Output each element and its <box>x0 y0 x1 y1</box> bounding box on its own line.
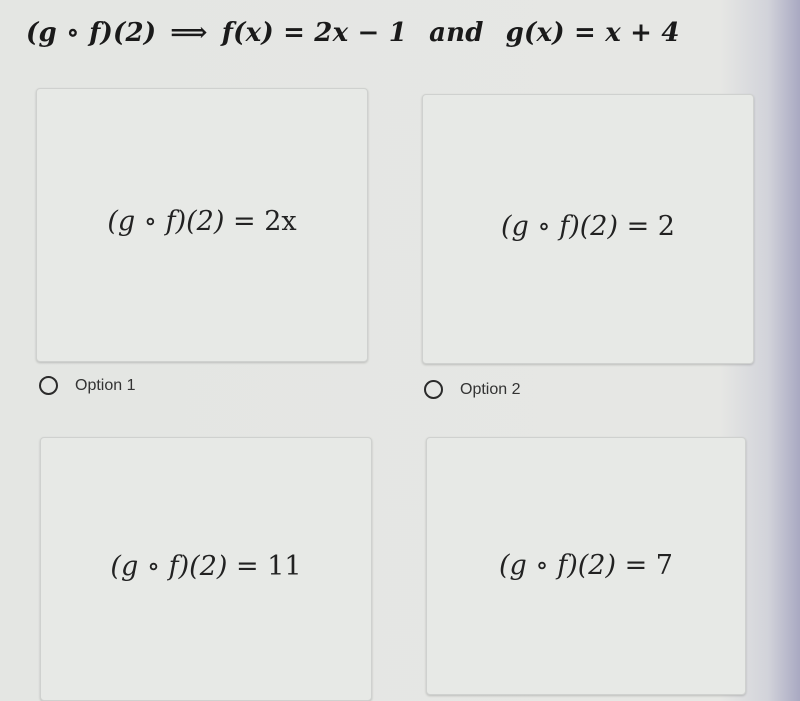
option-card-1[interactable]: (g ∘ f)(2) = 2x <box>36 88 368 362</box>
option-2-radio-row[interactable]: Option 2 <box>424 380 520 399</box>
option-card-3[interactable]: (g ∘ f)(2) = 11 <box>40 437 372 701</box>
implies-arrow: ⟹ <box>170 18 208 48</box>
radio-button[interactable] <box>39 376 58 395</box>
option-expression: (g ∘ f)(2) = 7 <box>499 549 673 581</box>
question-prompt: (g ∘ f)(2) ⟹ f(x) = 2x − 1 and g(x) = x + 4 <box>26 18 680 48</box>
connector-and: and <box>429 18 484 48</box>
radio-button[interactable] <box>424 380 443 399</box>
option-card-4[interactable]: (g ∘ f)(2) = 7 <box>426 437 746 695</box>
option-label: Option 2 <box>460 380 521 398</box>
g-definition: g(x) = x + 4 <box>505 18 680 48</box>
option-card-2[interactable]: (g ∘ f)(2) = 2 <box>422 94 754 364</box>
question-lhs: (g ∘ f)(2) <box>26 18 157 48</box>
option-expression: (g ∘ f)(2) = 2x <box>107 205 297 237</box>
f-definition: f(x) = 2x − 1 <box>221 18 408 48</box>
option-1-radio-row[interactable]: Option 1 <box>39 376 135 395</box>
option-expression: (g ∘ f)(2) = 11 <box>110 550 302 582</box>
option-expression: (g ∘ f)(2) = 2 <box>501 210 675 242</box>
option-label: Option 1 <box>75 376 136 394</box>
